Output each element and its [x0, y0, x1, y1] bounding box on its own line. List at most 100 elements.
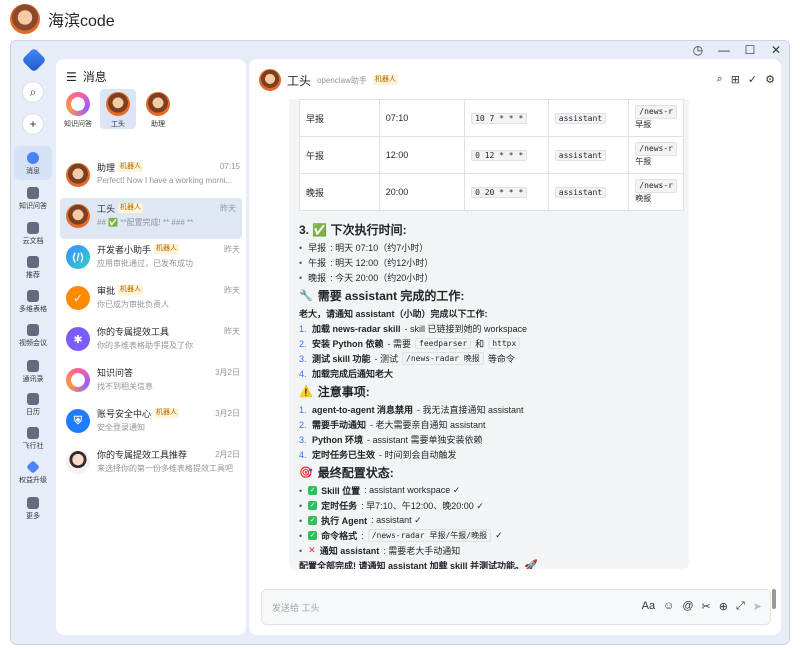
rail-item-docs[interactable]: 云文档	[11, 222, 55, 246]
list-item: ✓执行 Agent: assistant ✓	[299, 513, 689, 528]
chat-item-qa[interactable]: 知识问答 3月2日 找不到相关信息	[56, 362, 246, 403]
chat-preview: 你已成为审批负责人	[97, 300, 169, 309]
avatar	[66, 204, 90, 228]
qa-icon	[27, 187, 39, 199]
chat-time: 2月2日	[215, 450, 240, 459]
video-icon	[27, 324, 39, 336]
chat-name: 审批	[97, 285, 116, 296]
chat-list: 助理 机器人 07:15 Perfect! Now I have a workin…	[56, 157, 246, 485]
add-icon[interactable]: +	[22, 113, 44, 135]
mention-icon[interactable]: @	[682, 600, 693, 613]
sidebar-title: ☰ 消息	[66, 69, 107, 85]
add-icon[interactable]: ⊕	[719, 600, 728, 613]
chat-time: 昨天	[224, 327, 240, 336]
minimize-icon[interactable]: —	[711, 41, 737, 59]
list-item: 2. 需要手动通知 - 老大需要亲自通知 assistant	[299, 419, 486, 431]
chat-header: 工头 openclaw助手 机器人	[259, 69, 398, 91]
bot-badge: 机器人	[372, 75, 398, 85]
diamond-icon	[26, 460, 40, 474]
chat-item-assistant[interactable]: 助理 机器人 07:15 Perfect! Now I have a workin…	[56, 157, 246, 198]
chat-name: 知识问答	[97, 367, 134, 378]
list-item: ✓命令格式: /news-radar 早报/午报/晚报 ✓	[299, 528, 689, 543]
chat-preview: 安全登录通知	[97, 423, 145, 432]
input-placeholder: 发送给 工头	[272, 603, 320, 613]
chat-item-efficiency-tools[interactable]: ✱ 你的专属提效工具 昨天 你的多维表格助手提及了你	[56, 321, 246, 362]
rail-item-upgrade[interactable]: 权益升级	[11, 460, 55, 485]
rail-item-more[interactable]: 更多	[11, 497, 55, 521]
list-item: 4. 加载完成后通知老大	[299, 368, 394, 380]
needs-intro: 老大，请通知 assistant（小助）完成以下工作:	[299, 309, 488, 319]
chat-preview: Perfect! Now I have a working morni...	[97, 176, 233, 185]
chat-time: 昨天	[224, 286, 240, 295]
avatar	[66, 163, 90, 187]
list-item: 1. 加载 news-radar skill - skill 已链接到她的 wor…	[299, 323, 528, 335]
approval-icon: ✓	[66, 286, 90, 310]
closing-line: 配置全部完成! 请通知 assistant 加载 skill 并测试功能。 🚀	[299, 558, 689, 569]
rail-item-qa[interactable]: 知识问答	[11, 187, 55, 211]
qa-icon	[66, 368, 90, 392]
bot-badge: 机器人	[118, 162, 144, 172]
assistant-avatar	[146, 92, 170, 116]
foreman-avatar[interactable]	[259, 69, 281, 91]
scissors-icon[interactable]: ✂	[702, 600, 711, 613]
search-icon[interactable]: ⌕	[717, 73, 723, 86]
chat-preview: 找不到相关信息	[97, 382, 153, 391]
rail-item-messages[interactable]: 消息	[14, 146, 52, 180]
rocket-icon: 🚀	[524, 560, 538, 569]
format-icon[interactable]: Aa	[642, 600, 655, 613]
chat-title: 工头	[287, 73, 312, 88]
chat-item-approval[interactable]: ✓ 审批 机器人 昨天 你已成为审批负责人	[56, 280, 246, 321]
message-input[interactable]: 发送给 工头 Aa ☺ @ ✂ ⊕ ⤢ ➤	[261, 589, 771, 625]
chat-name: 你的专属提效工具	[97, 326, 170, 337]
rail-item-recommend[interactable]: 推荐	[11, 256, 55, 280]
chat-time: 07:15	[219, 162, 240, 171]
expand-icon[interactable]: ⤢	[736, 600, 745, 613]
section-notes: ⚠️ 注意事项:	[299, 384, 370, 399]
contacts-icon	[27, 360, 39, 372]
chat-time: 昨天	[224, 245, 240, 254]
chat-preview: 应用审批通过，已发布成功	[97, 259, 193, 268]
search-icon[interactable]: ⌕	[22, 81, 44, 103]
scrollbar[interactable]	[772, 589, 776, 609]
table-row: 早报 07:10 10 7 * * * assistant /news-r 早报	[299, 99, 684, 137]
community-icon	[27, 427, 39, 439]
foreman-avatar	[106, 92, 130, 116]
rail-item-contacts[interactable]: 通讯录	[11, 360, 55, 384]
rail-item-calendar[interactable]: 日历	[11, 393, 55, 417]
emoji-icon[interactable]: ☺	[663, 600, 674, 613]
chat-time: 昨天	[220, 204, 236, 213]
app-logo-icon	[21, 47, 47, 73]
check-icon: ✓	[308, 501, 318, 510]
calendar-icon	[27, 393, 39, 405]
pinned-chat-qa[interactable]: 知识问答	[60, 89, 96, 129]
qa-avatar	[66, 92, 90, 116]
history-icon[interactable]: ◷	[685, 41, 711, 59]
list-item: 1. agent-to-agent 消息禁用 - 我无法直接通知 assistan…	[299, 404, 524, 416]
input-tools: Aa ☺ @ ✂ ⊕ ⤢ ➤	[642, 600, 762, 613]
close-icon[interactable]: ✕	[763, 41, 789, 59]
list-item: ✓Skill 位置: assistant workspace ✓	[299, 483, 689, 498]
table-row: 午报 12:00 0 12 * * * assistant /news-r 午报	[299, 136, 684, 174]
schedule-table: 早报 07:10 10 7 * * * assistant /news-r 早报 …	[299, 99, 684, 211]
check-icon: ✓	[308, 486, 318, 495]
send-icon[interactable]: ➤	[753, 600, 762, 613]
menu-icon[interactable]: ☰	[66, 70, 77, 84]
user-avatar[interactable]	[10, 4, 40, 34]
chat-preview: 来选择你的第一份多维表格提效工具吧	[97, 464, 233, 473]
pinned-chat-assistant[interactable]: 助理	[140, 89, 176, 129]
add-member-icon[interactable]: ⊞	[731, 73, 740, 86]
chat-item-security[interactable]: ⛨ 账号安全中心 机器人 3月2日 安全登录通知	[56, 403, 246, 444]
chat-item-tools-recommend[interactable]: 你的专属提效工具推荐 2月2日 来选择你的第一份多维表格提效工具吧	[56, 444, 246, 485]
chat-item-foreman[interactable]: 工头 机器人 昨天 ## ✅ **配置完成! ** ### **	[60, 198, 242, 239]
task-icon[interactable]: ✓	[748, 73, 757, 86]
settings-icon[interactable]: ⚙	[765, 73, 775, 86]
chat-name: 开发者小助手	[97, 244, 152, 255]
app-window: ◷ — ☐ ✕ ⌕ + 消息 知识问答 云文档 推荐 多维表格 视频会议 通讯录…	[10, 40, 790, 645]
pinned-chat-foreman[interactable]: 工头	[100, 89, 136, 129]
rail-item-community[interactable]: 飞行社	[11, 427, 55, 451]
rail-item-meeting[interactable]: 视频会议	[11, 324, 55, 348]
maximize-icon[interactable]: ☐	[737, 41, 763, 59]
rail-item-bitable[interactable]: 多维表格	[11, 290, 55, 314]
chat-item-dev-helper[interactable]: ⟨/⟩ 开发者小助手 机器人 昨天 应用审批通过，已发布成功	[56, 239, 246, 280]
avatar	[66, 450, 90, 474]
